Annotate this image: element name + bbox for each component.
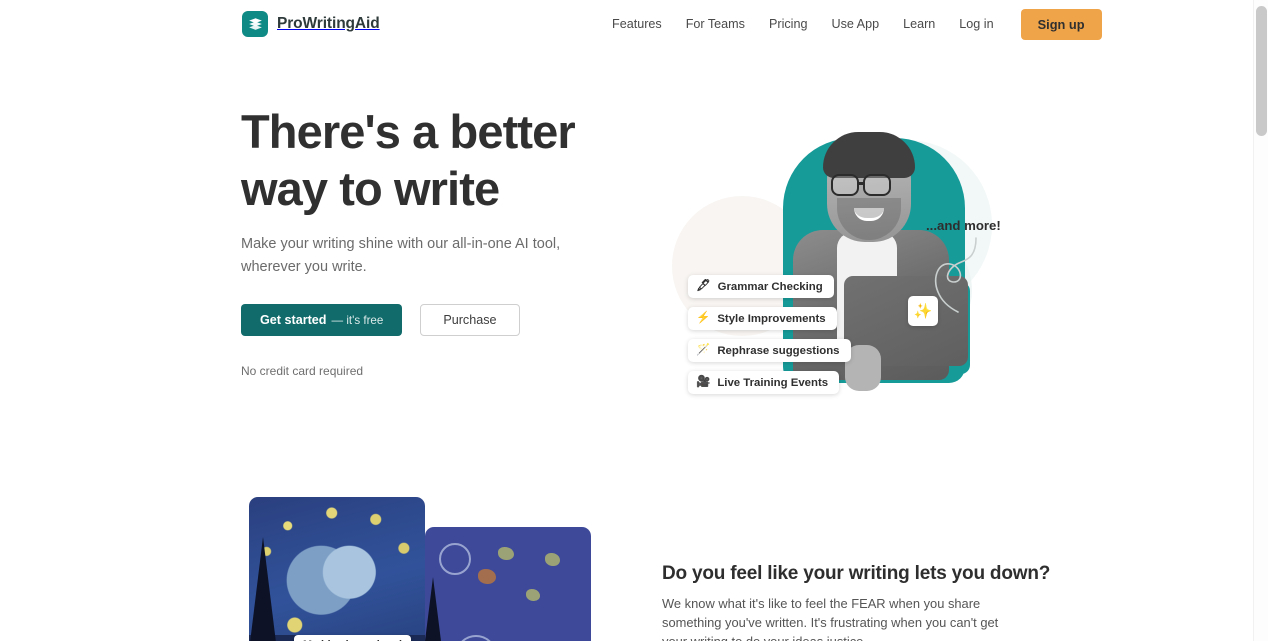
feature-chip-rephrase-suggestions[interactable]: 🪄 Rephrase suggestions [688,339,851,362]
page-title: There's a better way to write [241,103,641,217]
feature-chip-list: 🖋 Grammar Checking ⚡ Style Improvements … [688,275,851,394]
page-viewport: ProWritingAid Features For Teams Pricing… [0,0,1253,641]
painting-cypress-tree [425,577,445,641]
site-header: ProWritingAid Features For Teams Pricing… [0,0,1253,48]
section-two-body: We know what it's like to feel the FEAR … [662,596,999,641]
brand-name: ProWritingAid [277,15,380,32]
sign-up-button[interactable]: Sign up [1020,8,1102,40]
get-started-button[interactable]: Get started — it's free [241,304,403,336]
painting-swirl [455,635,497,641]
hero-title-line-1: There's a better [241,105,576,158]
no-credit-card-note: No credit card required [241,364,364,378]
flat-starry-night-painting [425,527,591,641]
nav-pricing[interactable]: Pricing [757,0,820,48]
purchase-button[interactable]: Purchase [420,304,520,336]
hero-section: There's a better way to write Make your … [0,48,1253,468]
get-started-label: Get started [260,313,327,327]
painting-star [498,547,514,560]
my-idea-label: My idea in my head [294,635,412,641]
person-hair [823,132,915,178]
magic-wand-icon: 🪄 [696,343,711,356]
book-pages-icon [242,11,268,37]
main-navigation: Features For Teams Pricing Use App Learn… [600,0,1102,48]
feature-chip-live-training-events[interactable]: 🎥 Live Training Events [688,371,840,394]
section-two-title: Do you feel like your writing lets you d… [662,563,1051,584]
squiggle-line-icon [934,237,977,313]
starry-night-painting [249,497,425,641]
painting-star [526,589,540,601]
writing-lets-you-down-section: My idea in my head Do you feel like your… [0,468,1253,641]
nav-use-app[interactable]: Use App [819,0,891,48]
feature-chip-style-improvements[interactable]: ⚡ Style Improvements [688,307,837,330]
eyeglasses-bridge [859,182,865,185]
hero-subtitle: Make your writing shine with our all-in-… [241,236,561,275]
nav-features[interactable]: Features [600,0,674,48]
fountain-pen-icon: 🖋 [696,279,711,292]
painting-swirl [439,543,471,575]
nav-log-in[interactable]: Log in [947,0,1005,48]
page-scrollbar[interactable] [1253,0,1268,641]
video-camera-icon: 🎥 [696,375,711,388]
feature-chip-grammar-checking[interactable]: 🖋 Grammar Checking [688,275,834,298]
feature-chip-label: Grammar Checking [717,280,823,293]
feature-chip-label: Rephrase suggestions [717,344,840,357]
scrollbar-thumb[interactable] [1256,6,1267,136]
eyeglasses-right-lens [863,174,891,196]
hero-title-line-2: way to write [241,162,500,215]
nav-for-teams[interactable]: For Teams [674,0,757,48]
painting-star [545,553,560,566]
feature-chip-label: Live Training Events [717,376,829,389]
hero-cta-group: Get started — it's free Purchase [241,304,520,336]
and-more-callout: ...and more! [926,218,1001,233]
get-started-free-note: — it's free [331,313,384,327]
nav-learn[interactable]: Learn [891,0,947,48]
hero-illustration: ✨ ...and more! 🖋 Grammar Checking ⚡ Styl… [662,110,1022,430]
painting-cypress-tree [249,537,279,641]
lightning-bolt-icon: ⚡ [696,311,711,324]
eyeglasses-left-lens [831,174,859,196]
feature-chip-label: Style Improvements [717,312,826,325]
painting-moon [478,569,496,584]
brand-logo-link[interactable]: ProWritingAid [242,11,380,37]
